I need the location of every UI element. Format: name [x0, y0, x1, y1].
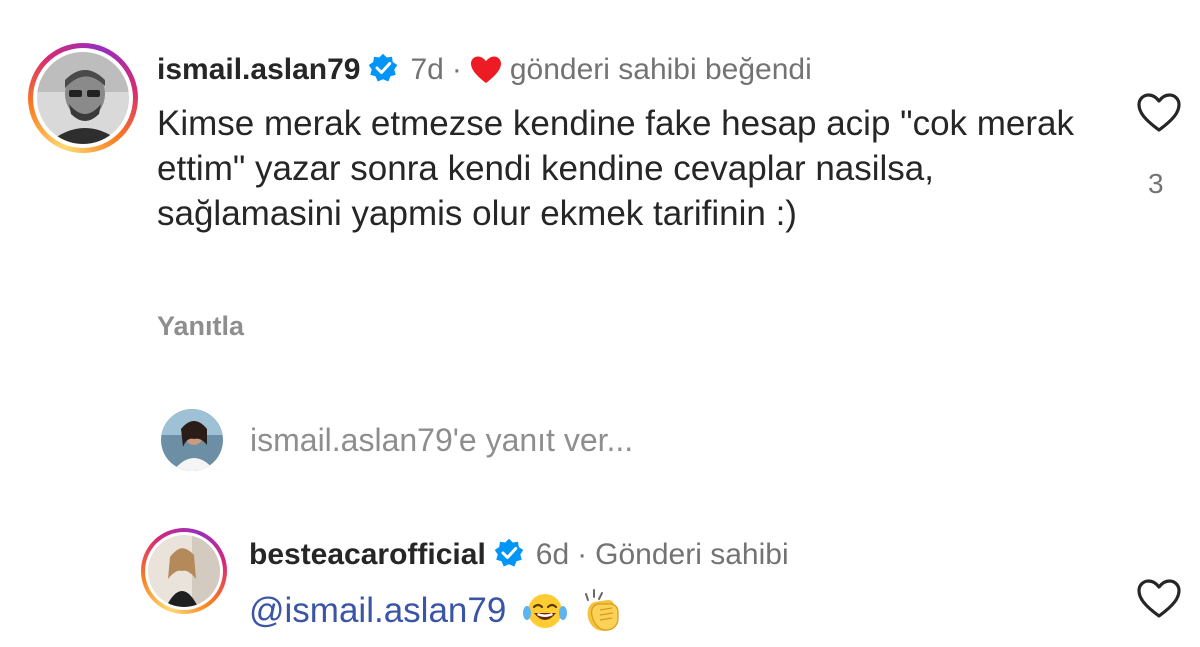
reply-comment-item: besteacarofficial 6d · Gönderi sahibi @i…	[0, 520, 1200, 647]
current-user-avatar	[161, 409, 223, 471]
comment-time: 7d	[410, 53, 444, 86]
reply-composer: ismail.aslan79'e yanıt ver...	[0, 400, 1200, 480]
commenter-avatar	[37, 52, 129, 144]
laughing-emoji-icon	[522, 591, 568, 631]
like-button[interactable]	[1136, 92, 1182, 134]
comment-item: ismail.aslan79 7d · gönderi sahibi beğen…	[0, 0, 1200, 380]
reply-time: 6d	[535, 538, 570, 571]
comment-header: ismail.aslan79 7d · gönderi sahibi beğen…	[157, 50, 812, 90]
heart-outline-icon	[1137, 579, 1181, 618]
clapping-hands-emoji-icon	[578, 588, 624, 634]
commenter-avatar-ring[interactable]	[28, 43, 138, 153]
reply-text: @ismail.aslan79	[249, 586, 624, 636]
comment-text: Kimse merak etmezse kendine fake hesap a…	[157, 104, 1075, 233]
reply-button[interactable]: Yanıtla	[157, 311, 244, 342]
verified-badge-icon	[368, 53, 398, 88]
post-owner-label: Gönderi sahibi	[595, 538, 789, 571]
meta-separator: ·	[451, 53, 462, 86]
reply-input[interactable]: ismail.aslan79'e yanıt ver...	[250, 422, 950, 459]
owner-avatar-ring[interactable]	[141, 528, 227, 614]
heart-filled-icon	[470, 55, 502, 85]
verified-badge-icon	[494, 538, 524, 573]
reply-header: besteacarofficial 6d · Gönderi sahibi	[249, 535, 789, 575]
liked-by-owner-label: gönderi sahibi beğendi	[509, 53, 812, 86]
like-count[interactable]: 3	[1148, 168, 1164, 200]
commenter-username[interactable]: ismail.aslan79	[157, 53, 360, 87]
meta-separator: ·	[577, 538, 588, 571]
reply-like-button[interactable]	[1136, 578, 1182, 620]
mention-link[interactable]: @ismail.aslan79	[249, 591, 506, 631]
owner-username[interactable]: besteacarofficial	[249, 538, 486, 572]
owner-avatar	[148, 535, 220, 607]
heart-outline-icon	[1137, 93, 1181, 132]
